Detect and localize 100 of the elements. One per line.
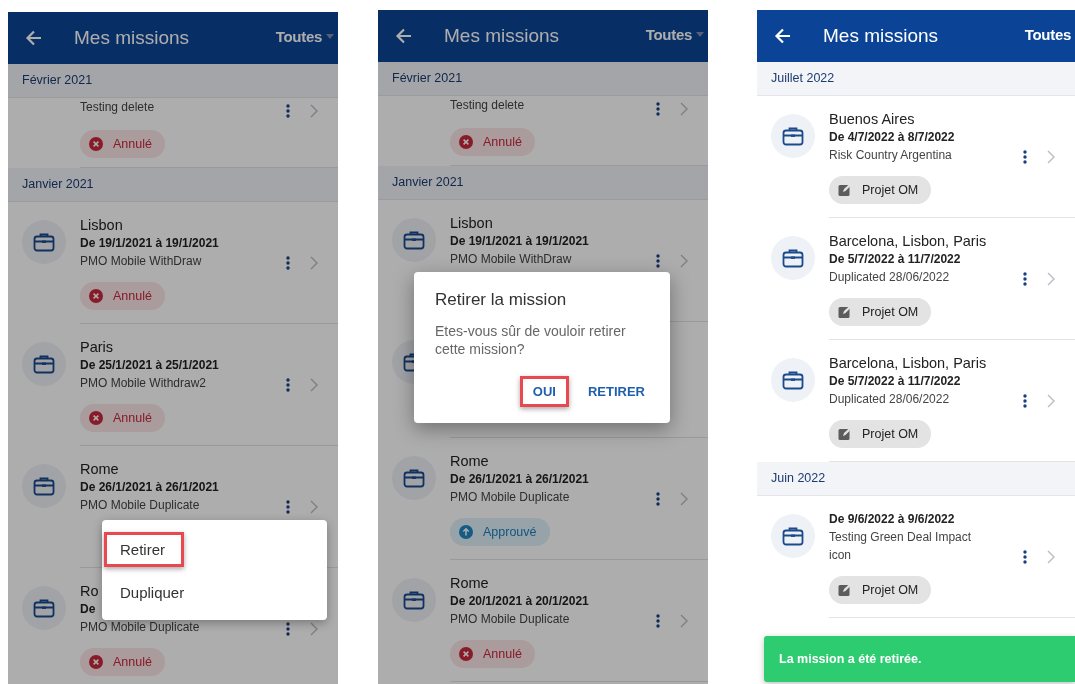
status-chip: Annulé bbox=[450, 640, 535, 668]
cancel-icon bbox=[459, 647, 473, 661]
mission-destination: Rome bbox=[450, 452, 489, 470]
month-header: Juillet 2022 bbox=[757, 62, 1075, 96]
mission-dates: De 4/7/2022 à 8/7/2022 bbox=[829, 129, 955, 146]
status-chip: Projet OM bbox=[829, 298, 932, 326]
success-toast: La mission a été retirée. bbox=[764, 636, 1075, 682]
mission-description: PMO Mobile Withdraw2 bbox=[80, 375, 207, 392]
briefcase-icon bbox=[771, 236, 815, 280]
edit-icon bbox=[838, 583, 852, 597]
back-arrow-icon[interactable] bbox=[24, 28, 44, 48]
more-options-icon[interactable] bbox=[656, 614, 660, 628]
mission-description: PMO Mobile Duplicate bbox=[80, 619, 200, 636]
briefcase-icon bbox=[771, 358, 815, 402]
mission-destination: Buenos Aires bbox=[829, 110, 915, 128]
filter-dropdown[interactable]: Toutes bbox=[645, 25, 708, 43]
status-chip: Projet OM bbox=[829, 576, 932, 604]
mission-dates: De 26/1/2021 à 26/1/2021 bbox=[450, 471, 589, 488]
mission-description: Duplicated 28/06/2022 bbox=[829, 269, 950, 286]
back-arrow-icon[interactable] bbox=[394, 26, 414, 46]
menu-item[interactable]: Retirer bbox=[104, 532, 184, 567]
more-options-icon[interactable] bbox=[286, 104, 290, 118]
mission-destination: Barcelona, Lisbon, Paris bbox=[829, 354, 987, 372]
mission-dates: De 25/1/2021 à 25/1/2021 bbox=[80, 357, 219, 374]
mission-dates: De 19/1/2021 à 19/1/2021 bbox=[80, 235, 219, 252]
more-options-icon[interactable] bbox=[286, 622, 290, 636]
briefcase-icon bbox=[392, 218, 436, 262]
mission-description: PMO Mobile Duplicate bbox=[450, 611, 570, 628]
dialog-button[interactable]: OUI bbox=[519, 376, 569, 407]
mission-destination: Lisbon bbox=[450, 214, 493, 232]
more-options-icon[interactable] bbox=[1023, 150, 1027, 164]
mission-description: PMO Mobile WithDraw bbox=[450, 251, 572, 268]
mission-description: Risk Country Argentina bbox=[829, 147, 952, 164]
status-chip: Annulé bbox=[80, 404, 165, 432]
month-header: Janvier 2021 bbox=[378, 166, 708, 200]
more-options-icon[interactable] bbox=[286, 500, 290, 514]
dialog-title: Retirer la mission bbox=[435, 290, 568, 310]
mission-description: Testing delete bbox=[80, 99, 155, 116]
briefcase-icon bbox=[22, 464, 66, 508]
dialog-button[interactable]: RETIRER bbox=[574, 376, 658, 407]
mission-destination: Barcelona, Lisbon, Paris bbox=[829, 232, 987, 250]
back-arrow-icon[interactable] bbox=[773, 26, 793, 46]
mission-dates: De 5/7/2022 à 11/7/2022 bbox=[829, 373, 961, 390]
more-options-icon[interactable] bbox=[286, 256, 290, 270]
mission-destination: Rome bbox=[450, 574, 489, 592]
edit-icon bbox=[838, 427, 852, 441]
briefcase-icon bbox=[22, 342, 66, 386]
more-options-icon[interactable] bbox=[1023, 394, 1027, 408]
dialog-message: Etes-vous sûr de vouloir retirer cette mission? bbox=[435, 322, 627, 358]
more-options-icon[interactable] bbox=[656, 492, 660, 506]
month-header: Juin 2022 bbox=[757, 462, 1075, 496]
screen-title: Mes missions bbox=[74, 27, 191, 49]
cancel-icon bbox=[89, 411, 103, 425]
mission-description: Duplicated 28/06/2022 bbox=[829, 391, 950, 408]
briefcase-icon bbox=[392, 578, 436, 622]
status-chip: Annulé bbox=[80, 130, 165, 158]
mission-dates: De 19/1/2021 à 19/1/2021 bbox=[450, 233, 589, 250]
more-options-icon[interactable] bbox=[1023, 550, 1027, 564]
cancel-icon bbox=[459, 135, 473, 149]
mission-description: Testing Green Deal Impact icon bbox=[829, 529, 973, 564]
status-chip: Annulé bbox=[80, 648, 165, 676]
mission-destination: Lisbon bbox=[80, 216, 123, 234]
edit-icon bbox=[838, 305, 852, 319]
mission-dates: De 5/7/2022 à 11/7/2022 bbox=[829, 251, 961, 268]
month-header: Février 2021 bbox=[8, 64, 338, 98]
briefcase-icon bbox=[771, 514, 815, 558]
briefcase-icon bbox=[771, 114, 815, 158]
mission-dates: De 9/6/2022 à 9/6/2022 bbox=[829, 511, 955, 528]
more-options-icon[interactable] bbox=[656, 254, 660, 268]
cancel-icon bbox=[89, 655, 103, 669]
month-header: Février 2021 bbox=[378, 62, 708, 96]
menu-item[interactable]: Dupliquer bbox=[104, 575, 204, 610]
up-arrow-icon bbox=[459, 525, 473, 539]
status-chip: Projet OM bbox=[829, 420, 932, 448]
filter-dropdown[interactable]: Toutes bbox=[1024, 25, 1075, 43]
status-chip: Approuvé bbox=[450, 518, 550, 546]
briefcase-icon bbox=[22, 586, 66, 630]
mission-destination: Rome bbox=[80, 460, 119, 478]
status-chip: Projet OM bbox=[829, 176, 932, 204]
more-options-icon[interactable] bbox=[1023, 272, 1027, 286]
month-header: Janvier 2021 bbox=[8, 168, 338, 202]
more-options-icon[interactable] bbox=[656, 102, 660, 116]
screen-title: Mes missions bbox=[823, 25, 940, 47]
mission-dates: De bbox=[80, 601, 96, 618]
mission-dates: De 20/1/2021 à 20/1/2021 bbox=[450, 593, 589, 610]
briefcase-icon bbox=[22, 220, 66, 264]
screen-title: Mes missions bbox=[444, 25, 561, 47]
mission-destination: Ro bbox=[80, 582, 99, 600]
status-chip: Annulé bbox=[450, 128, 535, 156]
cancel-icon bbox=[89, 289, 103, 303]
mission-description: Testing delete bbox=[450, 97, 525, 114]
mission-description: PMO Mobile WithDraw bbox=[80, 253, 202, 270]
edit-icon bbox=[838, 183, 852, 197]
status-chip: Annulé bbox=[80, 282, 165, 310]
filter-dropdown[interactable]: Toutes bbox=[275, 27, 338, 45]
more-options-icon[interactable] bbox=[286, 378, 290, 392]
mission-description: PMO Mobile Duplicate bbox=[450, 489, 570, 506]
mission-description: PMO Mobile Duplicate bbox=[80, 497, 200, 514]
briefcase-icon bbox=[392, 456, 436, 500]
cancel-icon bbox=[89, 137, 103, 151]
